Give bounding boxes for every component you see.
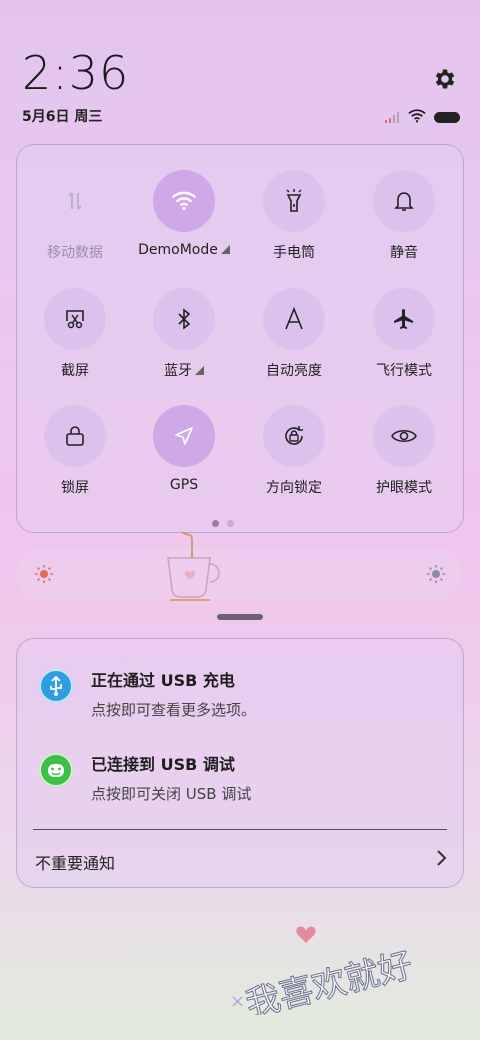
drag-handle[interactable]: [217, 614, 263, 620]
tile-eye-care[interactable]: 护眼模式: [349, 405, 459, 497]
divider: [33, 829, 447, 830]
tile-label: 移动数据: [47, 245, 103, 261]
rotation-lock-icon[interactable]: [263, 405, 325, 467]
eye-icon[interactable]: [373, 405, 435, 467]
clock[interactable]: 2:36: [22, 48, 129, 98]
system-icons: [384, 108, 460, 127]
android-debug-icon: [39, 753, 73, 787]
notification-title: 正在通过 USB 充电: [91, 671, 235, 690]
page-indicator: [212, 520, 234, 527]
tile-lock[interactable]: 锁屏: [20, 405, 130, 497]
notification-panel: 正在通过 USB 充电 点按即可查看更多选项。 已连接到 USB 调试 点按即可…: [16, 638, 464, 888]
tile-label: 飞行模式: [376, 363, 432, 379]
tile-label: 自动亮度: [266, 363, 322, 379]
wallpaper-cup-decoration: [160, 528, 230, 610]
wifi-icon[interactable]: [153, 170, 215, 232]
status-area: 2:36 5月6日 周三: [22, 48, 129, 126]
tile-screenshot[interactable]: 截屏: [20, 288, 130, 380]
tile-rotation-lock[interactable]: 方向锁定: [239, 405, 349, 497]
screenshot-icon[interactable]: [44, 288, 106, 350]
sun-high-icon: [426, 564, 446, 588]
tile-label: 方向锁定: [266, 480, 322, 496]
wallpaper-text-decoration: 我喜欢就好 ×: [228, 895, 468, 1026]
tile-label: 锁屏: [61, 480, 89, 496]
tile-gps[interactable]: GPS: [129, 405, 239, 493]
battery-icon: [434, 112, 460, 123]
tile-label-wrap: 蓝牙: [129, 360, 239, 380]
date[interactable]: 5月6日 周三: [22, 106, 129, 126]
notification-text: 点按即可关闭 USB 调试: [91, 785, 252, 803]
brightness-slider[interactable]: [16, 548, 462, 600]
tile-mobile-data[interactable]: 移动数据: [20, 170, 130, 262]
tile-wifi[interactable]: DemoMode: [129, 170, 239, 258]
chevron-right-icon[interactable]: [435, 849, 447, 871]
tile-flashlight[interactable]: 手电筒: [239, 170, 349, 262]
tile-label: 手电筒: [273, 245, 315, 261]
bluetooth-icon[interactable]: [153, 288, 215, 350]
tile-label: GPS: [169, 477, 199, 493]
lock-icon[interactable]: [44, 405, 106, 467]
mobile-data-icon[interactable]: [44, 170, 106, 232]
settings-icon[interactable]: [432, 66, 458, 92]
notification-usb-charging[interactable]: 正在通过 USB 充电 点按即可查看更多选项。: [39, 667, 459, 720]
tile-label: 静音: [390, 245, 418, 261]
tile-auto-brightness[interactable]: 自动亮度: [239, 288, 349, 380]
wallpaper-text: 我喜欢就好: [242, 945, 417, 1015]
page-dot: [227, 520, 234, 527]
tile-label-wrap: DemoMode: [129, 242, 239, 258]
minor-notifications-label[interactable]: 不重要通知: [35, 850, 115, 874]
tile-mute[interactable]: 静音: [349, 170, 459, 262]
notification-title: 已连接到 USB 调试: [91, 755, 235, 774]
wifi-icon: [408, 108, 426, 127]
usb-icon: [39, 669, 73, 703]
bell-icon[interactable]: [373, 170, 435, 232]
tile-label: 截屏: [61, 363, 89, 379]
svg-text:×: ×: [230, 991, 245, 1012]
notification-text: 点按即可查看更多选项。: [91, 701, 257, 719]
expand-icon: [220, 245, 230, 254]
tile-bluetooth[interactable]: 蓝牙: [129, 288, 239, 380]
auto-brightness-icon[interactable]: [263, 288, 325, 350]
sun-low-icon: [34, 564, 54, 588]
signal-icon: [384, 108, 400, 127]
tile-label: DemoMode: [138, 242, 218, 258]
expand-icon: [195, 366, 204, 375]
flashlight-icon[interactable]: [263, 170, 325, 232]
airplane-icon[interactable]: [373, 288, 435, 350]
tile-label: 护眼模式: [376, 480, 432, 496]
tile-airplane[interactable]: 飞行模式: [349, 288, 459, 380]
notification-usb-debug[interactable]: 已连接到 USB 调试 点按即可关闭 USB 调试: [39, 751, 459, 804]
page-dot-active: [212, 520, 219, 527]
tile-label: 蓝牙: [164, 363, 192, 379]
location-icon[interactable]: [153, 405, 215, 467]
